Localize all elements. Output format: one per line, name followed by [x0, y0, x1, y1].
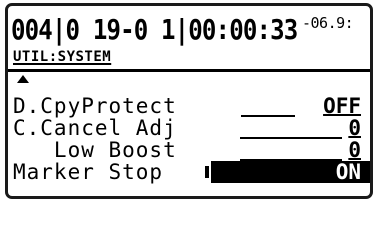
- menu-path: UTIL:SYSTEM: [13, 49, 112, 65]
- param-label: Low Boost: [13, 138, 177, 162]
- param-value: 0: [348, 116, 361, 140]
- param-value: OFF: [323, 94, 361, 118]
- param-label: Marker Stop: [13, 160, 164, 184]
- param-row-copy-protect[interactable]: D.CpyProtect OFF: [8, 95, 370, 117]
- param-value: 0: [348, 138, 361, 162]
- menu-divider: [8, 69, 370, 72]
- lcd-display: 004|0 19-0 1|00:00:33 -06.9: UTIL:SYSTEM…: [5, 3, 373, 199]
- param-row-cancel-adj[interactable]: C.Cancel Adj 0: [8, 117, 370, 139]
- status-suffix: -06.9:: [302, 14, 354, 32]
- scroll-up-icon: [17, 75, 29, 83]
- status-bar: 004|0 19-0 1|00:00:33: [11, 16, 344, 44]
- status-counter: 004|0 19-0 1|00:00:33: [11, 13, 298, 46]
- param-label: D.CpyProtect: [13, 94, 177, 118]
- param-label: C.Cancel Adj: [13, 116, 177, 140]
- selection-marker: [205, 166, 209, 178]
- param-value: ON: [335, 160, 361, 184]
- param-row-low-boost[interactable]: Low Boost 0: [8, 139, 370, 161]
- param-row-marker-stop[interactable]: Marker Stop ON: [8, 161, 370, 183]
